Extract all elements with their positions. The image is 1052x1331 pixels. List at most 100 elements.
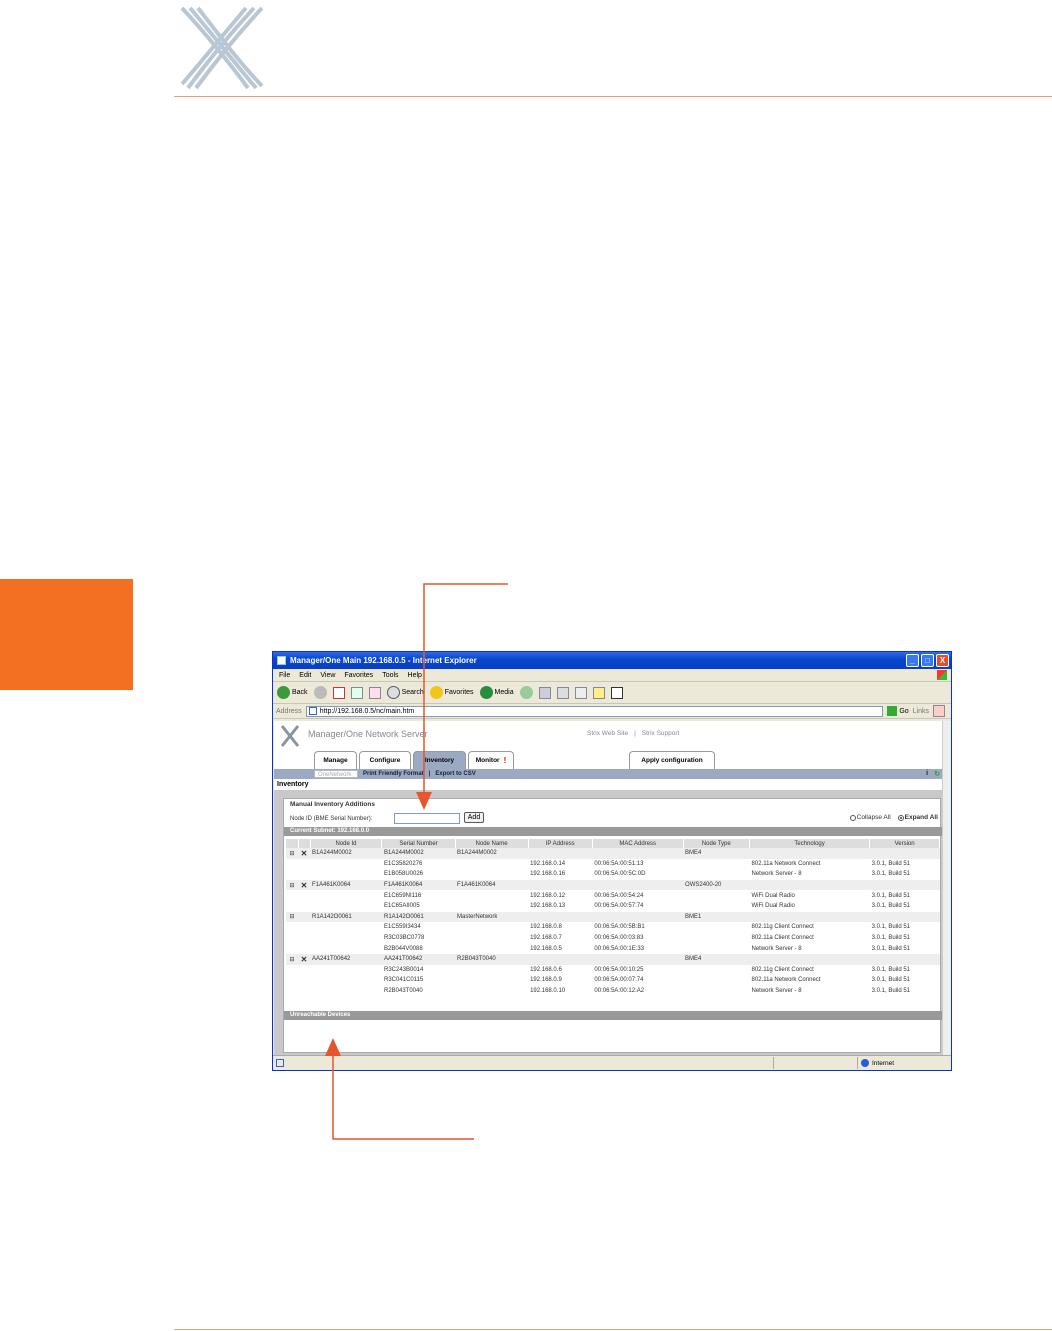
home-icon[interactable] [368,686,381,699]
ip-cell: 192.168.0.10 [530,988,566,995]
menu-file[interactable]: File [279,672,290,679]
version-cell [869,911,940,923]
node-type-cell [683,986,749,997]
expand-spacer [286,943,298,954]
tab-monitor[interactable]: Monitor! [468,751,514,769]
technology-cell: Network Server - 8 [751,871,802,878]
network-select[interactable]: OneNetwork [314,770,358,778]
address-label: Address [276,707,302,715]
section-title: Inventory [274,779,942,790]
technology-cell: 802.11a Network Connect [751,977,821,984]
links-label[interactable]: Links [913,708,929,715]
mail-icon[interactable] [538,686,551,699]
expand-toggle-icon[interactable]: ⊟ [286,848,298,859]
delete-node-icon[interactable]: ✕ [298,953,310,965]
table-row: R3C03BC0778 192.168.0.7 00:06:5A:00:03:83 8… [286,933,940,944]
minimize-button[interactable]: _ [906,654,919,667]
back-button[interactable]: Back [277,686,308,699]
inventory-panel: Manual Inventory Additions Node ID (BME … [283,798,942,1053]
history-icon[interactable] [519,686,533,699]
export-csv-link[interactable]: Export to CSV [435,771,475,777]
delete-spacer [298,965,310,976]
app-tabs: Manage Configure Inventory Monitor! Appl… [274,751,942,769]
close-button[interactable]: X [936,654,949,667]
ip-cell: 192.168.0.8 [530,924,562,931]
links-icon[interactable] [933,705,945,717]
tab-inventory[interactable]: Inventory [413,751,466,769]
print-friendly-link[interactable]: Print Friendly Format [363,771,424,777]
ip-cell: 192.168.0.5 [530,945,562,952]
delete-node-icon[interactable]: ✕ [298,879,310,891]
table-row: B2B044V0088 192.168.0.5 00:06:5A:00:1E:33 N… [286,943,940,954]
search-button[interactable]: Search [386,686,424,699]
inventory-body: ⊟ ✕ B1A244M0002 B1A244M0002 B1A244M0002 BME4 E… [286,848,940,996]
ip-cell: 192.168.0.13 [530,903,566,910]
expand-all-radio[interactable]: Expand All [897,814,938,821]
menu-favorites[interactable]: Favorites [344,672,373,679]
refresh-icon[interactable]: ↻ [934,770,940,778]
print-icon[interactable] [556,686,569,699]
technology-cell [749,911,870,923]
refresh-icon[interactable] [350,686,363,699]
node-id-input[interactable] [394,813,460,824]
version-cell: 3.0.1, Build 51 [871,892,911,899]
node-id-cell [310,901,382,912]
delete-spacer [298,933,310,944]
address-input[interactable]: http://192.168.0.5/nc/main.htm [305,705,884,717]
go-button[interactable]: Go [887,706,909,716]
menu-edit[interactable]: Edit [299,672,311,679]
strix-support-link[interactable]: Strix Support [642,730,680,737]
technology-cell: 802.11a Client Connect [751,935,814,942]
mac-cell: 00:06:5A:00:5C:0D [594,871,646,878]
collapse-all-label: Collapse All [856,814,891,821]
windows-flag-icon [937,670,947,680]
edit-icon[interactable] [574,686,587,699]
apply-configuration-button[interactable]: Apply configuration [629,751,715,769]
delete-node-icon[interactable]: ✕ [298,848,310,859]
media-button[interactable]: Media [479,686,514,699]
serial-cell: F1A461K0064 [381,879,456,891]
expand-toggle-icon[interactable]: ⊟ [286,879,298,891]
info-icon[interactable]: i [926,770,928,778]
tab-configure[interactable]: Configure [359,751,411,769]
node-type-cell [683,943,749,954]
app-title: Manager/One Network Server [308,729,428,739]
strix-website-link[interactable]: Strix Web Site [587,730,628,737]
node-name-cell [455,965,528,976]
ip-cell: 192.168.0.6 [530,966,562,973]
menu-tools[interactable]: Tools [382,672,398,679]
forward-button[interactable] [313,686,327,699]
technology-cell [749,848,870,859]
expand-toggle-icon[interactable]: ⊟ [286,911,298,923]
messenger-icon[interactable] [592,686,605,699]
favorites-button[interactable]: Favorites [429,686,474,699]
delete-node-icon[interactable] [298,911,310,923]
expand-spacer [286,859,298,870]
menu-help[interactable]: Help [408,672,422,679]
node-name-cell: F1A461K0064 [455,879,529,891]
expand-options: Collapse All Expand All [849,814,938,821]
version-cell: 3.0.1, Build 51 [871,935,911,942]
expand-toggle-icon[interactable]: ⊟ [286,953,298,965]
star-icon [429,686,443,699]
node-type-cell [683,965,749,976]
menu-view[interactable]: View [320,672,335,679]
radio-selected-icon [897,814,904,821]
window-title: Manager/One Main 192.168.0.5 - Internet … [290,656,477,665]
node-name-cell [455,943,528,954]
header-node-type: Node Type [683,839,751,848]
maximize-button[interactable]: □ [921,654,934,667]
strix-toolbar-icon[interactable] [610,686,623,699]
tab-manage[interactable]: Manage [314,751,357,769]
node-name-cell: R2B043T0040 [455,953,529,965]
delete-spacer [298,943,310,954]
version-cell [869,879,940,891]
page-scrollbar[interactable] [942,721,951,1055]
stop-icon[interactable] [332,686,345,699]
header-mac: MAC Address [592,839,684,848]
ip-cell [528,848,593,859]
mac-cell: 00:06:5A:00:54:24 [594,892,644,899]
add-button[interactable]: Add [464,812,484,823]
collapse-all-radio[interactable]: Collapse All [849,814,891,821]
footer-rule [174,1329,1052,1330]
